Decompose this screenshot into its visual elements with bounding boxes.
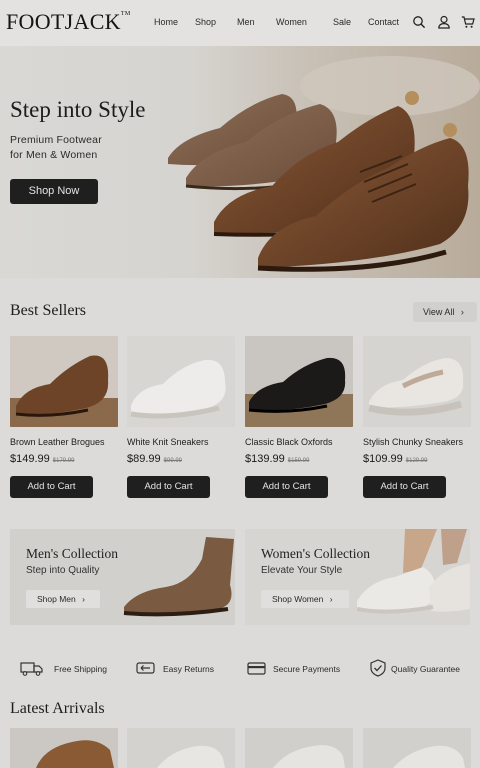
add-to-cart-button[interactable]: Add to Cart <box>245 476 328 498</box>
latest-arrivals-title: Latest Arrivals <box>10 700 105 717</box>
hero-subtitle-line2: for Men & Women <box>10 149 98 161</box>
feature-secure-payments: Secure Payments <box>246 658 356 680</box>
shield-check-icon <box>370 659 386 677</box>
product-price: $89.99 $99.99 <box>127 453 183 465</box>
nav-home[interactable]: Home <box>154 17 178 27</box>
product-image-white-sneakers <box>127 336 235 427</box>
hero-subtitle-line1: Premium Footwear <box>10 134 102 146</box>
feature-free-shipping: Free Shipping <box>20 658 120 680</box>
arrival-image <box>10 728 118 768</box>
cart-icon[interactable] <box>461 15 475 29</box>
arrival-image <box>127 728 235 768</box>
shop-men-label: Shop Men <box>37 594 76 604</box>
arrival-image <box>245 728 353 768</box>
site-header: FOOTJACKTM Home Shop Men Women Sale Cont… <box>0 0 480 46</box>
hero-shoes-image <box>168 56 480 272</box>
shop-now-button[interactable]: Shop Now <box>10 179 98 204</box>
arrival-card[interactable] <box>127 728 235 768</box>
feature-label: Free Shipping <box>54 664 107 674</box>
womens-collection-subtitle: Elevate Your Style <box>261 565 343 576</box>
product-price: $139.99 $159.99 <box>245 453 310 465</box>
chevron-right-icon: › <box>460 307 464 317</box>
add-to-cart-button[interactable]: Add to Cart <box>127 476 210 498</box>
card-icon <box>247 662 266 675</box>
product-name[interactable]: Brown Leather Brogues <box>10 437 105 447</box>
view-all-button[interactable]: View All › <box>413 302 477 322</box>
nav-sale[interactable]: Sale <box>333 17 351 27</box>
arrival-image <box>363 728 471 768</box>
nav-shop[interactable]: Shop <box>195 17 216 27</box>
shop-women-button[interactable]: Shop Women › <box>261 590 349 608</box>
product-price: $149.99 $179.99 <box>10 453 75 465</box>
feature-label: Quality Guarantee <box>391 664 460 674</box>
mens-collection-subtitle: Step into Quality <box>26 565 100 576</box>
nav-contact[interactable]: Contact <box>368 17 399 27</box>
truck-icon <box>20 662 43 676</box>
product-image-brogues <box>10 336 118 427</box>
best-sellers-title: Best Sellers <box>10 302 86 319</box>
mens-collection-image <box>123 537 234 617</box>
chevron-right-icon: › <box>329 594 333 604</box>
product-price: $109.99 $129.99 <box>363 453 428 465</box>
product-image-black-oxfords <box>245 336 353 427</box>
womens-collection-image <box>356 529 470 614</box>
product-name[interactable]: Stylish Chunky Sneakers <box>363 437 463 447</box>
arrival-card[interactable] <box>10 728 118 768</box>
womens-collection-title: Women's Collection <box>261 546 370 561</box>
user-icon[interactable] <box>437 15 451 29</box>
brand-logo[interactable]: FOOTJACKTM <box>6 9 130 35</box>
mens-collection-title: Men's Collection <box>26 546 119 561</box>
product-name[interactable]: Classic Black Oxfords <box>245 437 333 447</box>
add-to-cart-button[interactable]: Add to Cart <box>363 476 446 498</box>
product-name[interactable]: White Knit Sneakers <box>127 437 209 447</box>
feature-easy-returns: Easy Returns <box>135 658 230 680</box>
shop-women-label: Shop Women <box>272 594 324 604</box>
nav-men[interactable]: Men <box>237 17 255 27</box>
nav-women[interactable]: Women <box>276 17 307 27</box>
chevron-right-icon: › <box>82 594 85 604</box>
arrival-card[interactable] <box>245 728 353 768</box>
feature-label: Easy Returns <box>163 664 215 674</box>
feature-quality-guarantee: Quality Guarantee <box>368 658 478 680</box>
womens-collection-card[interactable]: Women's Collection Elevate Your Style Sh… <box>245 529 470 625</box>
hero-banner: Step into Style Premium Footwear for Men… <box>0 46 480 278</box>
search-icon[interactable] <box>412 15 426 29</box>
view-all-label: View All <box>423 307 455 317</box>
shop-men-button[interactable]: Shop Men › <box>26 590 100 608</box>
add-to-cart-button[interactable]: Add to Cart <box>10 476 93 498</box>
mens-collection-card[interactable]: Men's Collection Step into Quality Shop … <box>10 529 235 625</box>
returns-icon <box>136 662 155 674</box>
arrival-card[interactable] <box>363 728 471 768</box>
feature-label: Secure Payments <box>273 664 341 674</box>
hero-title: Step into Style <box>10 97 146 122</box>
product-image-chunky-sneakers <box>363 336 471 427</box>
